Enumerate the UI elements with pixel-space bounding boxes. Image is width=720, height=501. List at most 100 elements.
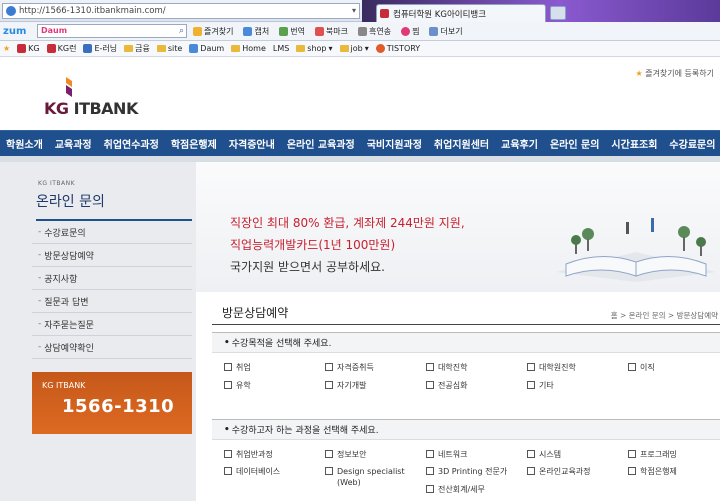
checkbox[interactable] [426,363,434,371]
toolbar-capture[interactable]: 캡처 [243,26,269,37]
search-icon[interactable]: ⌕ [179,26,184,36]
checkbox[interactable] [426,450,434,458]
course-option[interactable]: 네트워크 [426,449,467,460]
toolbar-zzim[interactable]: 찜 [401,26,419,37]
checkbox[interactable] [325,467,333,475]
purpose-option[interactable]: 기타 [527,380,554,391]
checkbox[interactable] [527,467,535,475]
sidebar-item-qna[interactable]: - 질문과 답변 [32,290,192,313]
fav-tistory[interactable]: TISTORY [375,44,420,53]
fav-elearning[interactable]: E-러닝 [83,43,117,54]
toolbar-extra[interactable]: 흑연송 [358,26,391,37]
purpose-option[interactable]: 대학원진학 [527,362,576,373]
course-option[interactable]: Design specialist (Web) [325,466,420,488]
toolbar-bookmark[interactable]: 북마크 [314,26,348,37]
site-header: ★ 즐겨찾기에 등록하기 KG ITBANK [0,57,720,130]
favorites-bar: ★ KG KG런 E-러닝 금융 site Daum Home LMS shop… [0,41,720,57]
course-option[interactable]: 프로그래밍 [628,449,677,460]
purpose-section-heading: • 수강목적을 선택해 주세요. [212,332,720,353]
checkbox[interactable] [224,467,232,475]
purpose-option[interactable]: 자기개발 [325,380,366,391]
toolbar-translate[interactable]: 번역 [279,26,305,37]
toolbar-favorites[interactable]: 즐겨찾기 [193,26,233,37]
nav-item[interactable]: 교육후기 [495,136,544,151]
sidebar-item-confirm[interactable]: - 상담예약확인 [32,336,192,359]
add-bookmark-link[interactable]: ★ 즐겨찾기에 등록하기 [635,68,714,79]
course-option[interactable]: 데이터베이스 [224,466,280,477]
checkbox[interactable] [426,485,434,493]
checkbox[interactable] [426,467,434,475]
sidebar-item-fee[interactable]: - 수강료문의 [32,221,192,244]
purpose-option[interactable]: 유학 [224,380,251,391]
nav-item[interactable]: 교육과정 [49,136,98,151]
phone-banner[interactable]: KG ITBANK 1566-1310 [32,372,192,434]
nav-item[interactable]: 취업연수과정 [98,136,165,151]
checkbox[interactable] [527,450,535,458]
purpose-option[interactable]: 이직 [628,362,655,373]
daum-icon [189,44,199,53]
address-bar[interactable]: http://1566-1310.itbankmain.com/ ▾ [2,3,360,19]
course-option[interactable]: 시스템 [527,449,561,460]
course-option[interactable]: 정보보안 [325,449,366,460]
nav-item[interactable]: 온라인 문의 [544,136,605,151]
nav-item[interactable]: 온라인 교육과정 [281,136,361,151]
fav-shop[interactable]: shop ▾ [296,44,333,53]
checkbox[interactable] [224,363,232,371]
nav-item[interactable]: 학원소개 [0,136,49,151]
checkbox[interactable] [325,381,333,389]
nav-item[interactable]: 취업지원센터 [428,136,495,151]
chevron-down-icon: ▾ [364,44,369,53]
checkbox[interactable] [628,363,636,371]
checkbox[interactable] [426,381,434,389]
kg-icon [46,44,56,53]
nav-item[interactable]: 국비지원과정 [361,136,428,151]
fav-kglearn[interactable]: KG런 [46,43,76,54]
course-option[interactable]: 전산회계/세무 [426,484,485,495]
checkbox[interactable] [628,467,636,475]
fav-home[interactable]: Home [231,44,266,53]
checkbox[interactable] [325,363,333,371]
fav-site[interactable]: site [156,44,182,53]
course-option[interactable]: 취업반과정 [224,449,273,460]
purpose-option[interactable]: 대학진학 [426,362,467,373]
purpose-option[interactable]: 자격증취득 [325,362,374,373]
sidebar-item-faq[interactable]: - 자주묻는질문 [32,313,192,336]
browser-tab[interactable]: 컴퓨터학원 KG아이티뱅크 [376,4,546,22]
course-option[interactable]: 3D Printing 전문가 [426,466,507,477]
banner-line-2: 직업능력개발카드(1년 100만원) [230,238,396,252]
nav-item[interactable]: 수강료문의 [663,136,720,151]
fav-finance[interactable]: 금융 [124,43,150,54]
nav-item[interactable]: 자격증안내 [223,136,281,151]
nav-item[interactable]: 학점은행제 [165,136,223,151]
toolbar-search-input[interactable]: Daum ⌕ [37,24,187,38]
kg-itbank-logo[interactable]: KG ITBANK [44,77,164,118]
checkbox[interactable] [527,363,535,371]
sidebar-item-notice[interactable]: - 공지사항 [32,267,192,290]
kg-favicon-icon [380,9,389,18]
sidebar-item-visit[interactable]: - 방문상담예약 [32,244,192,267]
purpose-option[interactable]: 취업 [224,362,251,373]
folder-icon [231,45,241,52]
checkbox[interactable] [628,450,636,458]
checkbox[interactable] [224,450,232,458]
new-tab-button[interactable] [550,6,566,20]
fav-lms[interactable]: LMS [273,44,289,53]
checkbox[interactable] [224,381,232,389]
fav-daum[interactable]: Daum [189,44,224,53]
nav-item[interactable]: 시간표조회 [605,136,663,151]
checkbox[interactable] [325,450,333,458]
purpose-option[interactable]: 전공심화 [426,380,467,391]
checkbox[interactable] [527,381,535,389]
zum-logo[interactable]: zum [3,26,37,37]
fav-star[interactable]: ★ [3,44,10,53]
fav-job[interactable]: job ▾ [339,44,369,53]
course-option[interactable]: 온라인교육과정 [527,466,591,477]
music-icon [358,26,368,36]
course-option[interactable]: 학점은행제 [628,466,677,477]
toolbar-more[interactable]: 더보기 [429,26,463,37]
chevron-down-icon[interactable]: ▾ [352,6,356,15]
sidebar-menu: - 수강료문의 - 방문상담예약 - 공지사항 - 질문과 답변 - 자주묻는질문 - 상담… [32,221,192,359]
folder-icon [296,45,306,52]
fav-kg[interactable]: KG [17,44,40,53]
folder-icon [156,45,166,52]
